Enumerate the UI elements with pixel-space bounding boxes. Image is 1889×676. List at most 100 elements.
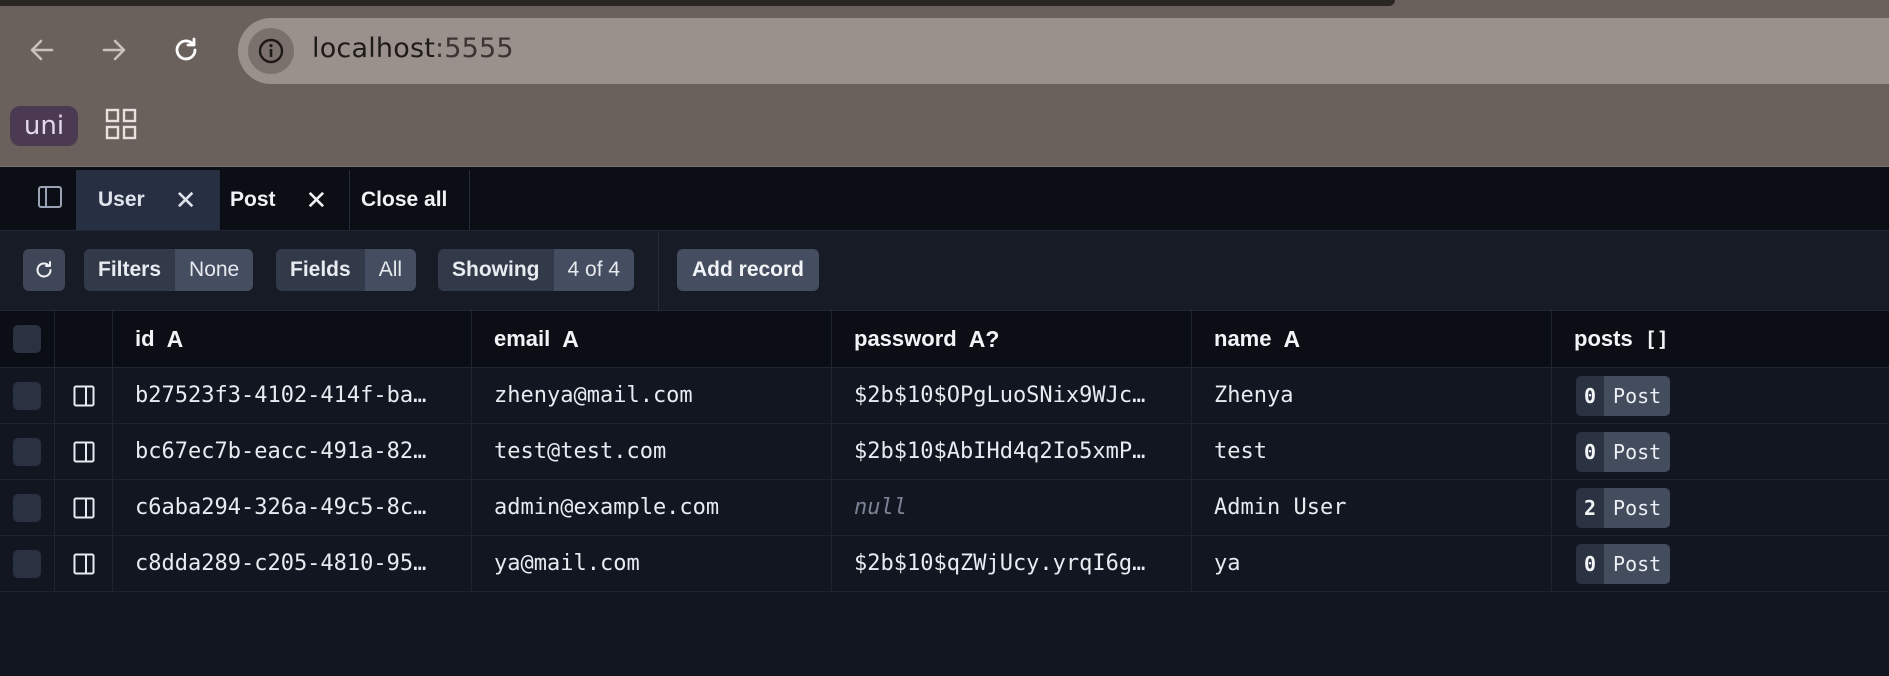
showing-label: Showing (438, 249, 554, 291)
table-row[interactable]: c8dda289-c205-4810-95… ya@mail.com $2b$1… (0, 536, 1889, 592)
cell-name[interactable]: Zhenya (1192, 368, 1552, 423)
cell-name[interactable]: ya (1192, 536, 1552, 591)
tab-label: Post (230, 188, 276, 211)
cell-posts[interactable]: 0 Post (1552, 424, 1889, 479)
cell-email[interactable]: ya@mail.com (472, 536, 832, 591)
select-all-checkbox[interactable] (13, 325, 41, 353)
cell-password[interactable]: $2b$10$AbIHd4q2Io5xmP… (832, 424, 1192, 479)
list-type-icon: [] (1644, 327, 1669, 351)
cell-email[interactable]: zhenya@mail.com (472, 368, 832, 423)
relation-count: 0 (1576, 431, 1605, 472)
cell-name[interactable]: test (1192, 424, 1552, 479)
table-row[interactable]: b27523f3-4102-414f-ba… zhenya@mail.com $… (0, 368, 1889, 424)
column-header-password[interactable]: password A? (832, 311, 1192, 367)
cell-value: ya@mail.com (494, 551, 640, 576)
cell-id[interactable]: bc67ec7b-eacc-491a-82… (113, 424, 472, 479)
open-record-icon[interactable] (72, 496, 96, 520)
cell-value: Admin User (1214, 495, 1347, 520)
model-tab-bar: User ✕ Post ✕ Close all (0, 166, 1889, 231)
toolbar-divider (658, 231, 659, 311)
row-checkbox[interactable] (13, 437, 41, 466)
cell-email[interactable]: admin@example.com (472, 480, 832, 535)
column-header-name[interactable]: name A (1192, 311, 1552, 367)
string-type-icon: A (1283, 325, 1301, 352)
tab-label: User (98, 188, 145, 211)
address-bar[interactable]: localhost:5555 (238, 18, 1889, 84)
cell-value: Zhenya (1214, 383, 1294, 408)
column-name: posts (1574, 326, 1633, 351)
cell-posts[interactable]: 2 Post (1552, 480, 1889, 535)
fields-label: Fields (276, 249, 365, 291)
back-button[interactable] (22, 30, 62, 70)
tab-user[interactable]: User ✕ (76, 170, 220, 230)
showing-button[interactable]: Showing 4 of 4 (438, 249, 635, 291)
showing-value: 4 of 4 (553, 249, 635, 291)
relation-badge[interactable]: 0 Post (1576, 431, 1671, 472)
row-expand-cell (55, 480, 113, 535)
prisma-studio-app: User ✕ Post ✕ Close all Filters None Fie… (0, 166, 1889, 676)
fields-button[interactable]: Fields All (276, 249, 417, 291)
filters-button[interactable]: Filters None (84, 249, 254, 291)
cell-id[interactable]: c6aba294-326a-49c5-8c… (113, 480, 472, 535)
browser-chrome: localhost:5555 uni (0, 0, 1889, 166)
cell-value: admin@example.com (494, 495, 720, 520)
relation-badge[interactable]: 0 Post (1576, 543, 1671, 584)
cell-posts[interactable]: 0 Post (1552, 368, 1889, 423)
row-checkbox[interactable] (13, 381, 41, 410)
cell-password[interactable]: $2b$10$OPgLuoSNix9WJc… (832, 368, 1192, 423)
relation-badge[interactable]: 0 Post (1576, 375, 1671, 416)
cell-email[interactable]: test@test.com (472, 424, 832, 479)
column-name: name (1214, 326, 1272, 351)
tab-post[interactable]: Post ✕ (208, 170, 351, 230)
arrow-right-icon (102, 39, 126, 61)
toolbar: Filters None Fields All Showing 4 of 4 A… (0, 231, 1889, 311)
row-checkbox[interactable] (13, 493, 41, 522)
column-name: password (854, 326, 957, 351)
relation-count: 2 (1576, 487, 1605, 528)
reload-icon (36, 261, 52, 278)
open-record-icon[interactable] (72, 552, 96, 576)
close-all-tabs-button[interactable]: Close all (339, 170, 471, 230)
fields-value: All (364, 249, 417, 291)
open-record-icon[interactable] (72, 384, 96, 408)
forward-button[interactable] (94, 30, 134, 70)
filters-label: Filters (84, 249, 176, 291)
table-row[interactable]: bc67ec7b-eacc-491a-82… test@test.com $2b… (0, 424, 1889, 480)
select-all-cell (0, 311, 55, 367)
column-header-id[interactable]: id A (113, 311, 472, 367)
add-record-button[interactable]: Add record (677, 249, 820, 291)
cell-value: b27523f3-4102-414f-ba… (135, 383, 427, 408)
cell-posts[interactable]: 0 Post (1552, 536, 1889, 591)
column-header-posts[interactable]: posts [] (1552, 311, 1889, 367)
cell-id[interactable]: b27523f3-4102-414f-ba… (113, 368, 472, 423)
row-expand-cell (55, 424, 113, 479)
table-row[interactable]: c6aba294-326a-49c5-8c… admin@example.com… (0, 480, 1889, 536)
row-expand-cell (55, 536, 113, 591)
table-header-row: id A email A password A? name A posts [] (0, 311, 1889, 368)
filters-value: None (175, 249, 254, 291)
relation-model: Post (1604, 431, 1671, 472)
sidebar-toggle-icon[interactable] (36, 183, 64, 211)
site-info-button[interactable] (248, 28, 294, 74)
row-checkbox[interactable] (13, 549, 41, 578)
extension-uni-button[interactable]: uni (10, 106, 78, 146)
cell-password[interactable]: null (832, 480, 1192, 535)
apps-grid-icon[interactable] (105, 108, 137, 145)
cell-password[interactable]: $2b$10$qZWjUcy.yrqI6g… (832, 536, 1192, 591)
relation-badge[interactable]: 2 Post (1576, 487, 1671, 528)
cell-id[interactable]: c8dda289-c205-4810-95… (113, 536, 472, 591)
close-tab-icon[interactable]: ✕ (175, 187, 197, 213)
column-name: id (135, 326, 155, 351)
cell-value: c6aba294-326a-49c5-8c… (135, 495, 427, 520)
open-record-icon[interactable] (72, 440, 96, 464)
close-tab-icon[interactable]: ✕ (306, 187, 328, 213)
refresh-button[interactable] (23, 249, 65, 291)
row-select-cell (0, 424, 55, 479)
relation-model: Post (1604, 375, 1671, 416)
null-value: null (854, 495, 907, 520)
cell-name[interactable]: Admin User (1192, 480, 1552, 535)
column-header-email[interactable]: email A (472, 311, 832, 367)
reload-button[interactable] (166, 30, 206, 70)
relation-model: Post (1604, 543, 1671, 584)
url-port: :5555 (435, 33, 514, 64)
